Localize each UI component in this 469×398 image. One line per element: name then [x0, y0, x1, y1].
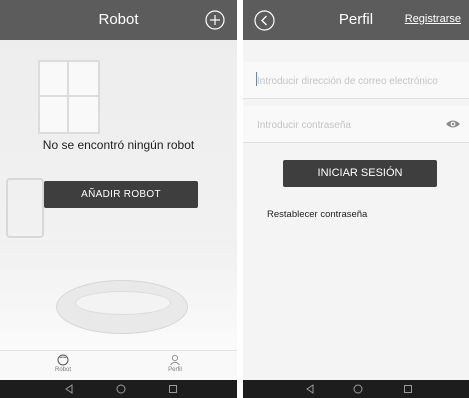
- reset-password-link[interactable]: Restablecer contraseña: [267, 209, 367, 220]
- perfil-header: Perfil Registrarse: [243, 0, 469, 40]
- recents-square-icon[interactable]: [168, 384, 178, 394]
- robot-header: Robot: [0, 0, 237, 40]
- background-chair: [6, 178, 44, 238]
- empty-message: No se encontró ningún robot: [42, 138, 195, 152]
- android-nav-bar: [0, 380, 237, 398]
- android-nav-bar: [243, 380, 469, 398]
- add-robot-button[interactable]: AÑADIR ROBOT: [44, 181, 198, 208]
- home-circle-icon[interactable]: [116, 384, 126, 394]
- robot-vacuum-image: [56, 280, 188, 334]
- login-button[interactable]: INICIAR SESIÓN: [283, 160, 437, 187]
- home-circle-icon[interactable]: [353, 384, 363, 394]
- password-input[interactable]: [255, 115, 459, 135]
- register-link[interactable]: Registrarse: [405, 13, 461, 25]
- email-input[interactable]: [255, 71, 459, 91]
- tab-perfil[interactable]: Perfil: [145, 354, 205, 373]
- background-window: [38, 60, 100, 134]
- back-triangle-icon[interactable]: [305, 384, 315, 394]
- eye-icon[interactable]: [445, 118, 461, 130]
- user-icon: [170, 354, 180, 366]
- bottom-tab-bar: Robot Perfil: [0, 350, 237, 381]
- back-triangle-icon[interactable]: [64, 384, 74, 394]
- tab-robot-label: Robot: [54, 367, 71, 373]
- tab-robot[interactable]: Robot: [33, 354, 93, 373]
- recents-square-icon[interactable]: [403, 384, 413, 394]
- email-field: [243, 62, 469, 99]
- tab-perfil-label: Perfil: [168, 367, 182, 373]
- robot-icon: [57, 354, 69, 366]
- plus-circle-icon[interactable]: [205, 10, 225, 30]
- page-title: Robot: [98, 11, 139, 28]
- robot-screen: Robot No se encontró ningún robot AÑADIR…: [0, 0, 237, 398]
- password-field: [243, 106, 469, 143]
- perfil-screen: Perfil Registrarse INICIAR SESIÓN Restab…: [243, 0, 469, 398]
